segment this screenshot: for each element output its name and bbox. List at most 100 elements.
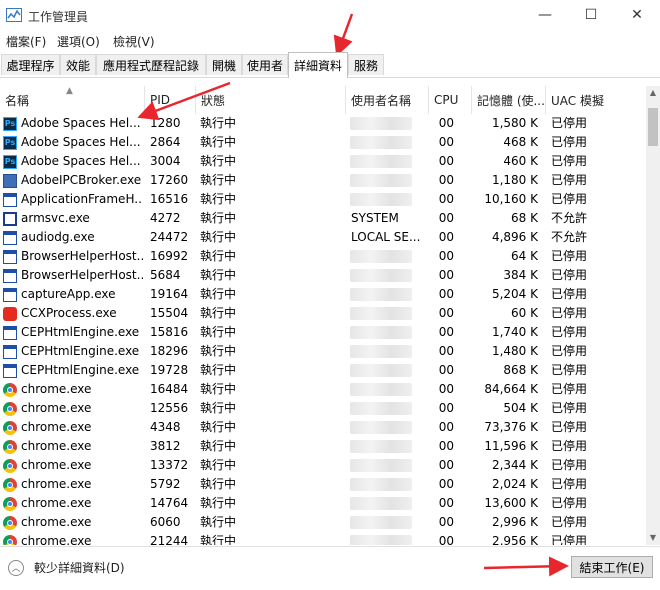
window-icon <box>3 325 17 340</box>
cpu-cell: 00 <box>438 382 454 396</box>
table-row[interactable]: CEPHtmlEngine.exe 15816 執行中 00 1,740 K 已停用 <box>0 323 645 342</box>
user-cell: SYSTEM <box>351 211 399 225</box>
process-name: chrome.exe <box>21 458 92 472</box>
tab-performance[interactable]: 效能 <box>60 54 96 75</box>
table-row[interactable]: CEPHtmlEngine.exe 18296 執行中 00 1,480 K 已停用 <box>0 342 645 361</box>
minimize-button[interactable]: — <box>522 0 568 30</box>
table-row[interactable]: Ps Adobe Spaces Hel... 2864 執行中 00 468 K 已停用 <box>0 133 645 152</box>
table-row[interactable]: chrome.exe 16484 執行中 00 84,664 K 已停用 <box>0 380 645 399</box>
column-header-memory[interactable]: 記憶體 (使... <box>471 86 545 114</box>
cpu-cell: 00 <box>438 325 454 339</box>
status-cell: 執行中 <box>200 439 237 453</box>
uac-cell: 已停用 <box>551 515 588 529</box>
close-button[interactable]: ✕ <box>614 0 660 30</box>
table-row[interactable]: chrome.exe 21244 執行中 00 2,956 K 已停用 <box>0 532 645 545</box>
table-row[interactable]: CCXProcess.exe 15504 執行中 00 60 K 已停用 <box>0 304 645 323</box>
pid-cell: 13372 <box>150 458 189 472</box>
table-row[interactable]: chrome.exe 5792 執行中 00 2,024 K 已停用 <box>0 475 645 494</box>
column-header-cpu[interactable]: CPU <box>428 86 471 114</box>
table-row[interactable]: AdobeIPCBroker.exe 17260 執行中 00 1,180 K 已停用 <box>0 171 645 190</box>
tab-app-history[interactable]: 應用程式歷程記錄 <box>96 54 206 75</box>
table-row[interactable]: BrowserHelperHost... 5684 執行中 00 384 K 已停用 <box>0 266 645 285</box>
process-name: chrome.exe <box>21 477 92 491</box>
memory-cell: 1,480 K <box>491 344 538 358</box>
pid-cell: 17260 <box>150 173 189 187</box>
table-row[interactable]: BrowserHelperHost... 16992 執行中 00 64 K 已停用 <box>0 247 645 266</box>
tab-processes[interactable]: 處理程序 <box>1 54 60 75</box>
table-row[interactable]: Ps Adobe Spaces Hel... 3004 執行中 00 460 K 已停用 <box>0 152 645 171</box>
process-name-cell: ApplicationFrameH... <box>3 190 143 209</box>
table-row[interactable]: Ps Adobe Spaces Hel... 1280 執行中 00 1,580 K 已停用 <box>0 114 645 133</box>
scroll-down-icon[interactable]: ▼ <box>646 531 660 545</box>
redacted-user-cell <box>350 497 412 510</box>
redacted-user-cell <box>350 459 412 472</box>
table-row[interactable]: chrome.exe 3812 執行中 00 11,596 K 已停用 <box>0 437 645 456</box>
status-cell: 執行中 <box>200 477 237 491</box>
maximize-button[interactable]: ☐ <box>568 0 614 30</box>
menu-view[interactable]: 檢視(V) <box>113 33 155 50</box>
process-name: BrowserHelperHost... <box>21 249 143 263</box>
cpu-cell: 00 <box>438 458 454 472</box>
tab-details[interactable]: 詳細資料 <box>288 52 348 78</box>
footer-bar: ︿ 較少詳細資料(D) 結束工作(E) <box>0 546 660 590</box>
uac-cell: 不允許 <box>551 230 588 244</box>
table-row[interactable]: chrome.exe 6060 執行中 00 2,996 K 已停用 <box>0 513 645 532</box>
uac-cell: 已停用 <box>551 496 588 510</box>
tab-users[interactable]: 使用者 <box>242 54 288 75</box>
memory-cell: 68 K <box>511 211 538 225</box>
cpu-cell: 00 <box>438 135 454 149</box>
window-icon <box>3 268 17 283</box>
chrome-icon <box>3 401 17 416</box>
redacted-user-cell <box>350 117 412 130</box>
menu-options[interactable]: 選項(O) <box>57 33 100 50</box>
redacted-user-cell <box>350 535 412 545</box>
table-row[interactable]: armsvc.exe 4272 執行中 SYSTEM 00 68 K 不允許 <box>0 209 645 228</box>
table-row[interactable]: captureApp.exe 19164 執行中 00 5,204 K 已停用 <box>0 285 645 304</box>
table-row[interactable]: chrome.exe 14764 執行中 00 13,600 K 已停用 <box>0 494 645 513</box>
process-name-cell: audiodg.exe <box>3 228 143 247</box>
memory-cell: 2,344 K <box>491 458 538 472</box>
process-name: AdobeIPCBroker.exe <box>21 173 142 187</box>
column-header-pid[interactable]: PID <box>144 86 195 114</box>
cpu-cell: 00 <box>438 477 454 491</box>
table-row[interactable]: chrome.exe 12556 執行中 00 504 K 已停用 <box>0 399 645 418</box>
column-header-user[interactable]: 使用者名稱 <box>345 86 428 114</box>
tab-startup[interactable]: 開機 <box>206 54 242 75</box>
pid-cell: 4348 <box>150 420 181 434</box>
table-row[interactable]: ApplicationFrameH... 16516 執行中 00 10,160 K 已停… <box>0 190 645 209</box>
end-task-button[interactable]: 結束工作(E) <box>571 556 653 578</box>
fewer-details-toggle[interactable]: ︿ 較少詳細資料(D) <box>8 559 125 576</box>
pid-cell: 12556 <box>150 401 189 415</box>
status-cell: 執行中 <box>200 116 237 130</box>
process-name: chrome.exe <box>21 382 92 396</box>
process-name: audiodg.exe <box>21 230 95 244</box>
uac-cell: 已停用 <box>551 154 588 168</box>
status-cell: 執行中 <box>200 401 237 415</box>
scroll-up-icon[interactable]: ▲ <box>646 86 660 100</box>
uac-cell: 已停用 <box>551 344 588 358</box>
redacted-user-cell <box>350 307 412 320</box>
process-name: captureApp.exe <box>21 287 116 301</box>
status-cell: 執行中 <box>200 458 237 472</box>
scroll-thumb[interactable] <box>648 108 658 146</box>
column-header-status[interactable]: 狀態 <box>195 86 345 114</box>
window-icon <box>3 344 17 359</box>
chrome-icon <box>3 420 17 435</box>
column-header-uac[interactable]: UAC 模擬 <box>545 86 645 114</box>
table-row[interactable]: chrome.exe 13372 執行中 00 2,344 K 已停用 <box>0 456 645 475</box>
chrome-icon <box>3 534 17 545</box>
status-cell: 執行中 <box>200 268 237 282</box>
cpu-cell: 00 <box>438 496 454 510</box>
menu-file[interactable]: 檔案(F) <box>6 33 46 50</box>
window-icon <box>3 363 17 378</box>
table-row[interactable]: chrome.exe 4348 執行中 00 73,376 K 已停用 <box>0 418 645 437</box>
vertical-scrollbar[interactable]: ▲ ▼ <box>646 86 660 545</box>
window-icon <box>3 192 17 207</box>
table-row[interactable]: CEPHtmlEngine.exe 19728 執行中 00 868 K 已停用 <box>0 361 645 380</box>
pid-cell: 19164 <box>150 287 189 301</box>
uac-cell: 已停用 <box>551 116 588 130</box>
tab-services[interactable]: 服務 <box>348 54 384 75</box>
uac-cell: 已停用 <box>551 306 588 320</box>
memory-cell: 468 K <box>503 135 538 149</box>
table-row[interactable]: audiodg.exe 24472 執行中 LOCAL SE... 00 4,896 K 不… <box>0 228 645 247</box>
